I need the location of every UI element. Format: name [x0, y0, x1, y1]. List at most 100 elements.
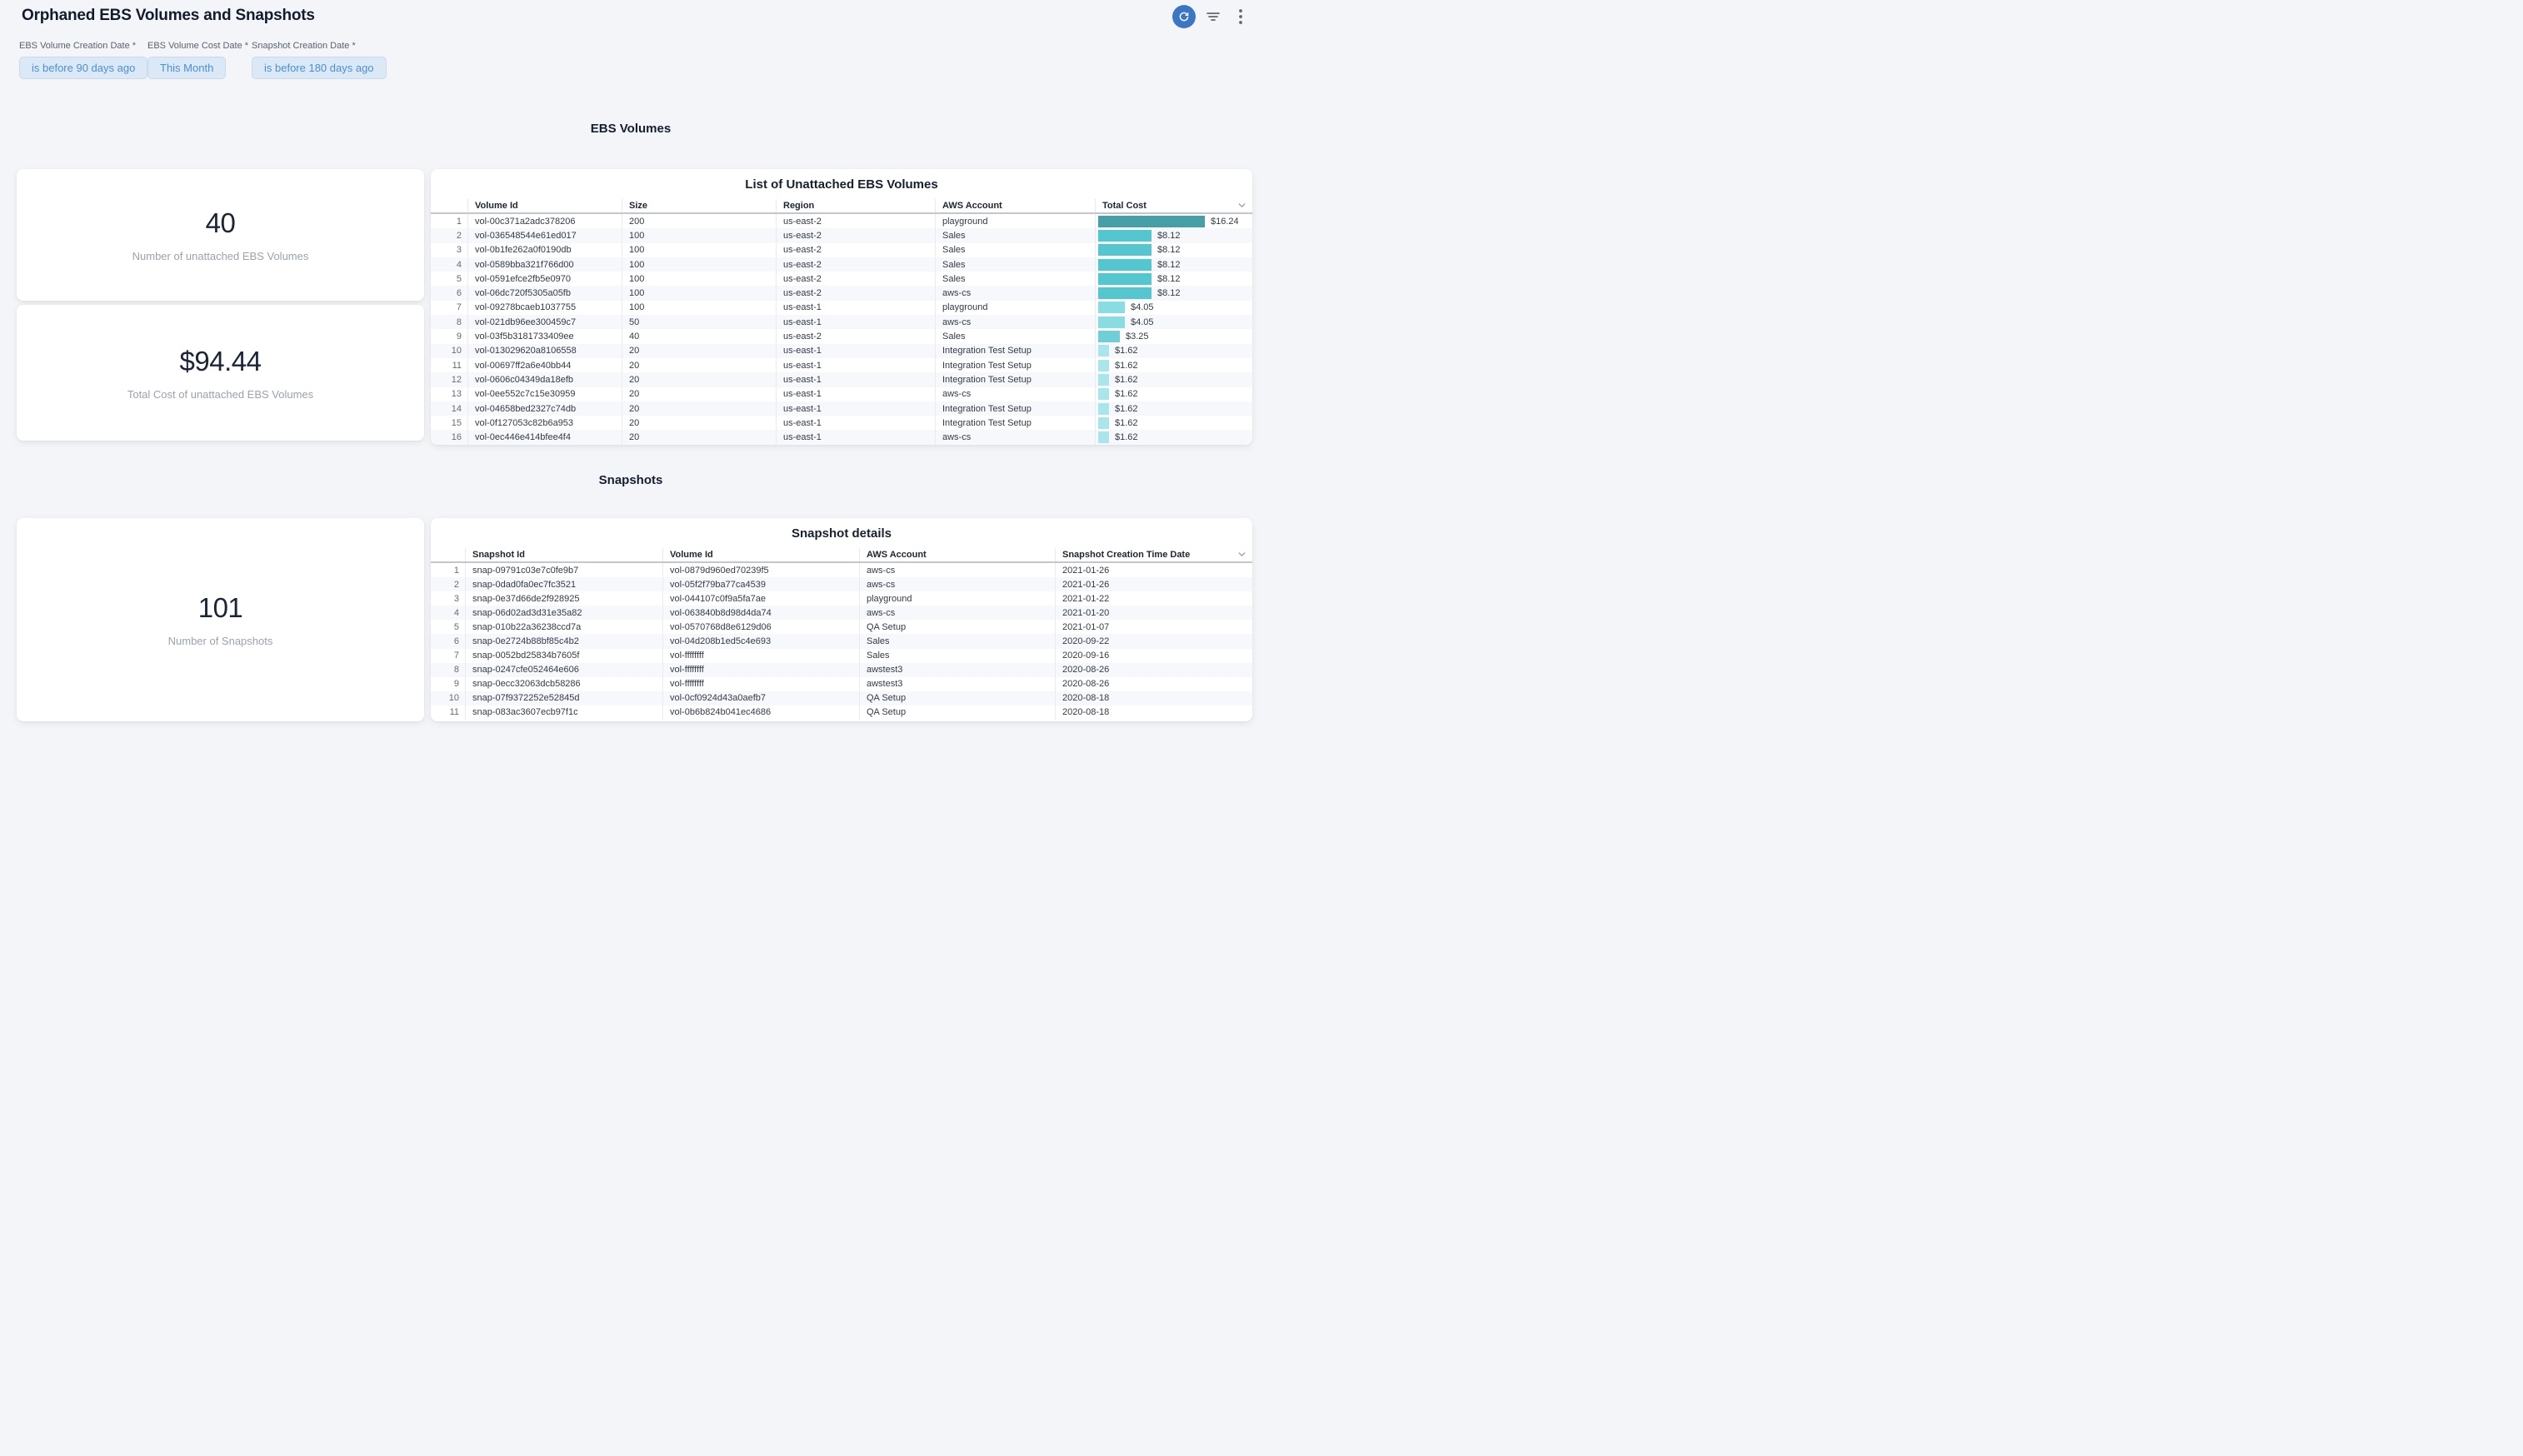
total-cost-cell: $8.12	[1095, 228, 1252, 242]
creation-date-cell: 2020-08-18	[1055, 691, 1252, 706]
region-cell: us-east-2	[776, 243, 935, 257]
size-cell: 20	[622, 430, 776, 444]
volume-table-row: 13vol-0ee552c7c15e3095920us-east-1aws-cs…	[431, 387, 1252, 401]
creation-date-cell: 2020-08-18	[1055, 706, 1252, 720]
total-cost-cell: $4.05	[1095, 315, 1252, 329]
cost-bar	[1098, 317, 1125, 328]
snapshot-table-row: 3snap-0e37d66de2f928925vol-044107c0f9a5f…	[431, 591, 1252, 606]
aws-account-cell: awstest3	[859, 677, 1055, 691]
size-cell: 20	[622, 387, 776, 401]
column-header-aws-account[interactable]: AWS Account	[935, 199, 1095, 212]
snapshot-table-row: 6snap-0e2724b88bf85c4b2vol-04d208b1ed5c4…	[431, 634, 1252, 648]
row-number: 4	[431, 606, 465, 620]
volume-id-cell: vol-09278bcaeb1037755	[467, 301, 622, 315]
aws-account-cell: Sales	[935, 272, 1095, 286]
cost-value: $8.12	[1157, 260, 1181, 270]
column-header-volume-id[interactable]: Volume Id	[467, 199, 622, 212]
chevron-down-icon[interactable]	[1237, 549, 1247, 560]
row-number: 8	[431, 315, 467, 329]
section-heading-ebs-volumes: EBS Volumes	[0, 122, 1262, 136]
column-header-volume-id[interactable]: Volume Id	[662, 548, 859, 561]
size-cell: 20	[622, 416, 776, 430]
cost-value: $1.62	[1115, 361, 1138, 371]
volume-table-row: 10vol-013029620a810655820us-east-1Integr…	[431, 344, 1252, 358]
stat-card-snapshot-count: 101 Number of Snapshots	[17, 518, 424, 721]
table-header-row: Snapshot Id Volume Id AWS Account Snapsh…	[431, 548, 1252, 563]
total-cost-cell: $16.24	[1095, 214, 1252, 228]
cost-value: $1.62	[1115, 375, 1138, 385]
size-cell: 50	[622, 315, 776, 329]
region-cell: us-east-1	[776, 401, 935, 416]
snapshot-id-cell: snap-0ecc32063dcb58286	[465, 677, 662, 691]
column-header-creation-date[interactable]: Snapshot Creation Time Date	[1055, 548, 1252, 561]
cost-bar	[1098, 273, 1152, 285]
refresh-button[interactable]	[1172, 5, 1196, 28]
column-header-size[interactable]: Size	[622, 199, 776, 212]
volume-table-row: 11vol-00697ff2a6e40bb4420us-east-1Integr…	[431, 358, 1252, 372]
filter-button[interactable]	[1206, 11, 1221, 22]
size-cell: 100	[622, 228, 776, 242]
column-header-total-cost[interactable]: Total Cost	[1095, 199, 1252, 212]
filter-label: Snapshot Creation Date *	[252, 41, 387, 51]
cost-value: $1.62	[1115, 346, 1138, 356]
snapshot-id-cell: snap-06d02ad3d31e35a82	[465, 606, 662, 620]
region-cell: us-east-1	[776, 430, 935, 444]
total-cost-cell: $8.12	[1095, 286, 1252, 300]
region-cell: us-east-2	[776, 214, 935, 228]
volume-id-cell: vol-03f5b3181733409ee	[467, 329, 622, 343]
row-number: 12	[431, 372, 467, 386]
creation-date-cell: 2021-01-26	[1055, 563, 1252, 577]
snapshot-table-row: 11snap-083ac3607ecb97f1cvol-0b6b824b041e…	[431, 706, 1252, 720]
volume-id-cell: vol-0589bba321f766d00	[467, 257, 622, 272]
row-number: 9	[431, 329, 467, 343]
size-cell: 100	[622, 272, 776, 286]
aws-account-cell: playground	[859, 591, 1055, 606]
snapshot-id-cell: snap-07f9372252e52845d	[465, 691, 662, 706]
aws-account-cell: aws-cs	[935, 430, 1095, 444]
snapshot-id-cell: snap-010b22a36238ccd7a	[465, 620, 662, 634]
volume-id-cell: vol-036548544e61ed017	[467, 228, 622, 242]
dashboard: { "header": { "title": "Orphaned EBS Vol…	[0, 0, 1262, 728]
table-header-row: Volume Id Size Region AWS Account Total …	[431, 199, 1252, 214]
region-cell: us-east-1	[776, 301, 935, 315]
column-header-region[interactable]: Region	[776, 199, 935, 212]
cost-value: $8.12	[1157, 231, 1181, 241]
filter-value-button-volume-creation-date[interactable]: is before 90 days ago	[19, 57, 147, 79]
total-cost-cell: $1.62	[1095, 401, 1252, 416]
row-number: 4	[431, 257, 467, 272]
volume-table-row: 2vol-036548544e61ed017100us-east-2Sales$…	[431, 228, 1252, 242]
volume-table-row: 4vol-0589bba321f766d00100us-east-2Sales$…	[431, 257, 1252, 272]
volume-id-cell: vol-021db96ee300459c7	[467, 315, 622, 329]
region-cell: us-east-1	[776, 387, 935, 401]
size-cell: 100	[622, 257, 776, 272]
total-cost-cell: $1.62	[1095, 387, 1252, 401]
aws-account-cell: Integration Test Setup	[935, 372, 1095, 386]
row-number: 15	[431, 416, 467, 430]
column-header-aws-account[interactable]: AWS Account	[859, 548, 1055, 561]
volume-table-row: 5vol-0591efce2fb5e0970100us-east-2Sales$…	[431, 272, 1252, 286]
refresh-icon	[1177, 10, 1191, 23]
snapshot-id-cell: snap-083ac3607ecb97f1c	[465, 706, 662, 720]
filter-value-button-snapshot-creation-date[interactable]: is before 180 days ago	[252, 57, 387, 79]
cost-bar	[1098, 331, 1120, 342]
cost-value: $4.05	[1131, 302, 1154, 312]
cost-value: $1.62	[1115, 432, 1138, 442]
chevron-down-icon[interactable]	[1237, 200, 1247, 211]
total-cost-cell: $1.62	[1095, 344, 1252, 358]
column-header-snapshot-id[interactable]: Snapshot Id	[465, 548, 662, 561]
row-number: 7	[431, 301, 467, 315]
cost-value: $8.12	[1157, 274, 1181, 284]
table-card-unattached-volumes: List of Unattached EBS Volumes Volume Id…	[431, 169, 1252, 445]
cost-bar	[1098, 230, 1152, 242]
filter-label: EBS Volume Creation Date *	[19, 41, 147, 51]
cost-bar	[1098, 287, 1152, 299]
size-cell: 40	[622, 329, 776, 343]
row-number: 16	[431, 430, 467, 444]
kebab-menu-button[interactable]	[1235, 8, 1247, 25]
filter-value-button-volume-cost-date[interactable]: This Month	[147, 57, 226, 79]
cost-value: $4.05	[1131, 317, 1154, 327]
cost-bar	[1098, 417, 1109, 429]
snapshot-id-cell: snap-09791c03e7c0fe9b7	[465, 563, 662, 577]
size-cell: 20	[622, 344, 776, 358]
volume-id-cell: vol-ffffffff	[662, 649, 859, 663]
